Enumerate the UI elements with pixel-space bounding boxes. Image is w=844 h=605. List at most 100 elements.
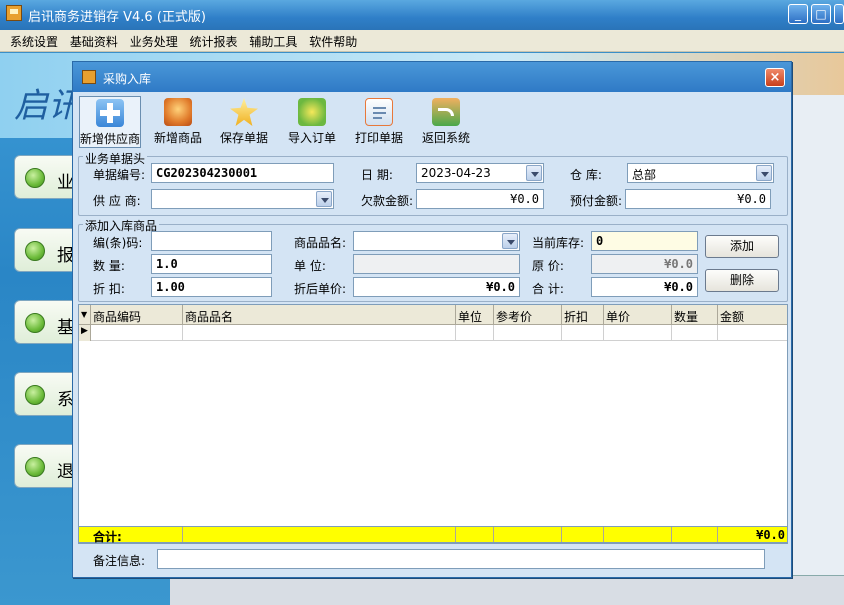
supplier-select[interactable] bbox=[151, 189, 334, 209]
add-supplier-button[interactable]: 新增供应商 bbox=[79, 96, 141, 148]
col-unit-price[interactable]: 单价 bbox=[604, 305, 672, 325]
background-status-strip bbox=[170, 575, 844, 605]
supplier-label: 供 应 商: bbox=[93, 194, 141, 208]
barcode-field[interactable] bbox=[151, 231, 272, 251]
green-dot-icon bbox=[25, 385, 45, 405]
minimize-button[interactable]: _ bbox=[788, 4, 808, 24]
dialog-icon bbox=[82, 70, 96, 84]
notes-field[interactable] bbox=[157, 549, 765, 569]
delete-button[interactable]: 删除 bbox=[705, 269, 779, 292]
background-panel bbox=[788, 95, 844, 575]
col-unit[interactable]: 单位 bbox=[456, 305, 494, 325]
app-title: 启讯商务进销存 V4.6 (正式版) bbox=[28, 10, 206, 25]
barcode-label: 编(条)码: bbox=[93, 236, 143, 250]
discount-field[interactable]: 1.00 bbox=[151, 277, 272, 297]
debt-amount-label: 欠款金额: bbox=[361, 194, 414, 208]
notes-label: 备注信息: bbox=[93, 554, 146, 568]
col-ref-price[interactable]: 参考价 bbox=[494, 305, 562, 325]
footer-total-amount: ¥0.0 bbox=[756, 528, 785, 542]
original-price-label: 原 价: bbox=[532, 259, 564, 273]
dialog-title: 采购入库 bbox=[103, 72, 152, 86]
app-title-bar: 启讯商务进销存 V4.6 (正式版) _ □ bbox=[0, 0, 844, 30]
return-icon bbox=[432, 98, 460, 126]
discount-label: 折 扣: bbox=[93, 282, 125, 296]
add-product-button[interactable]: 新增商品 bbox=[151, 96, 205, 148]
purchase-inbound-dialog: 采购入库 × 新增供应商 新增商品 保存单据 导入订单 打印单据 返回系统 业务… bbox=[72, 61, 792, 578]
footer-cell bbox=[672, 527, 718, 542]
table-cell[interactable] bbox=[91, 325, 183, 341]
col-product-name[interactable]: 商品品名 bbox=[183, 305, 456, 325]
col-quantity[interactable]: 数量 bbox=[672, 305, 718, 325]
dialog-title-bar: 采购入库 × bbox=[73, 62, 791, 92]
footer-cell bbox=[494, 527, 562, 542]
menu-basic-data[interactable]: 基础资料 bbox=[66, 30, 122, 50]
app-close-button[interactable] bbox=[834, 4, 844, 24]
menu-tools[interactable]: 辅助工具 bbox=[245, 30, 301, 50]
row-selector-header-icon: ▼ bbox=[79, 305, 91, 325]
grid-footer: 合计: ¥0.0 bbox=[78, 526, 788, 544]
table-row[interactable]: ▶ bbox=[79, 325, 787, 341]
import-order-button[interactable]: 导入订单 bbox=[285, 96, 339, 148]
product-name-label: 商品品名: bbox=[294, 236, 347, 250]
menu-business[interactable]: 业务处理 bbox=[126, 30, 182, 50]
prepaid-amount-label: 预付金额: bbox=[570, 194, 623, 208]
save-star-icon bbox=[230, 98, 258, 126]
col-amount[interactable]: 金额 bbox=[718, 305, 787, 325]
total-field: ¥0.0 bbox=[591, 277, 698, 297]
discounted-price-field[interactable]: ¥0.0 bbox=[353, 277, 520, 297]
prepaid-amount-field[interactable]: ¥0.0 bbox=[625, 189, 771, 209]
footer-cell bbox=[604, 527, 672, 542]
quantity-label: 数 量: bbox=[93, 259, 125, 273]
date-label: 日 期: bbox=[361, 168, 393, 182]
footer-cell bbox=[183, 527, 456, 542]
grid-header: ▼ 商品编码 商品品名 单位 参考价 折扣 单价 数量 金额 bbox=[79, 305, 787, 325]
doc-no-field[interactable]: CG202304230001 bbox=[151, 163, 334, 183]
table-cell[interactable] bbox=[456, 325, 494, 341]
table-cell[interactable] bbox=[183, 325, 456, 341]
menu-system-settings[interactable]: 系统设置 bbox=[6, 30, 62, 50]
debt-amount-field[interactable]: ¥0.0 bbox=[416, 189, 544, 209]
toolbar: 新增供应商 新增商品 保存单据 导入订单 打印单据 返回系统 bbox=[73, 92, 791, 152]
menu-help[interactable]: 软件帮助 bbox=[305, 30, 361, 50]
footer-cell bbox=[562, 527, 604, 542]
green-dot-icon bbox=[25, 457, 45, 477]
quantity-field[interactable]: 1.0 bbox=[151, 254, 272, 274]
chevron-down-icon[interactable] bbox=[756, 165, 772, 181]
chevron-down-icon[interactable] bbox=[316, 191, 332, 207]
unit-label: 单 位: bbox=[294, 259, 326, 273]
table-cell[interactable] bbox=[604, 325, 672, 341]
import-order-icon bbox=[298, 98, 326, 126]
save-document-button[interactable]: 保存单据 bbox=[217, 96, 271, 148]
add-item-title: 添加入库商品 bbox=[83, 217, 160, 234]
document-header-title: 业务单据头 bbox=[83, 150, 148, 167]
table-cell[interactable] bbox=[494, 325, 562, 341]
items-grid[interactable]: ▼ 商品编码 商品品名 单位 参考价 折扣 单价 数量 金额 ▶ bbox=[78, 304, 788, 544]
maximize-button[interactable]: □ bbox=[811, 4, 831, 24]
current-stock-label: 当前库存: bbox=[532, 236, 585, 250]
chevron-down-icon[interactable] bbox=[502, 233, 518, 249]
table-cell[interactable] bbox=[562, 325, 604, 341]
col-discount[interactable]: 折扣 bbox=[562, 305, 604, 325]
table-cell[interactable] bbox=[672, 325, 718, 341]
unit-field bbox=[353, 254, 520, 274]
col-product-code[interactable]: 商品编码 bbox=[91, 305, 183, 325]
product-name-select[interactable] bbox=[353, 231, 520, 251]
original-price-field: ¥0.0 bbox=[591, 254, 698, 274]
dialog-close-button[interactable]: × bbox=[765, 68, 785, 87]
return-system-button[interactable]: 返回系统 bbox=[419, 96, 473, 148]
chevron-down-icon[interactable] bbox=[526, 165, 542, 181]
date-picker[interactable]: 2023-04-23 bbox=[416, 163, 544, 183]
app-icon bbox=[6, 5, 22, 21]
print-document-button[interactable]: 打印单据 bbox=[352, 96, 406, 148]
add-supplier-icon bbox=[96, 99, 124, 127]
add-product-icon bbox=[164, 98, 192, 126]
menu-reports[interactable]: 统计报表 bbox=[186, 30, 242, 50]
warehouse-label: 仓 库: bbox=[570, 168, 602, 182]
doc-no-label: 单据编号: bbox=[93, 168, 146, 182]
add-button[interactable]: 添加 bbox=[705, 235, 779, 258]
menu-bar: 系统设置 基础资料 业务处理 统计报表 辅助工具 软件帮助 bbox=[0, 30, 844, 52]
green-dot-icon bbox=[25, 168, 45, 188]
warehouse-select[interactable]: 总部 bbox=[627, 163, 774, 183]
print-icon bbox=[365, 98, 393, 126]
current-stock-field: 0 bbox=[591, 231, 698, 251]
